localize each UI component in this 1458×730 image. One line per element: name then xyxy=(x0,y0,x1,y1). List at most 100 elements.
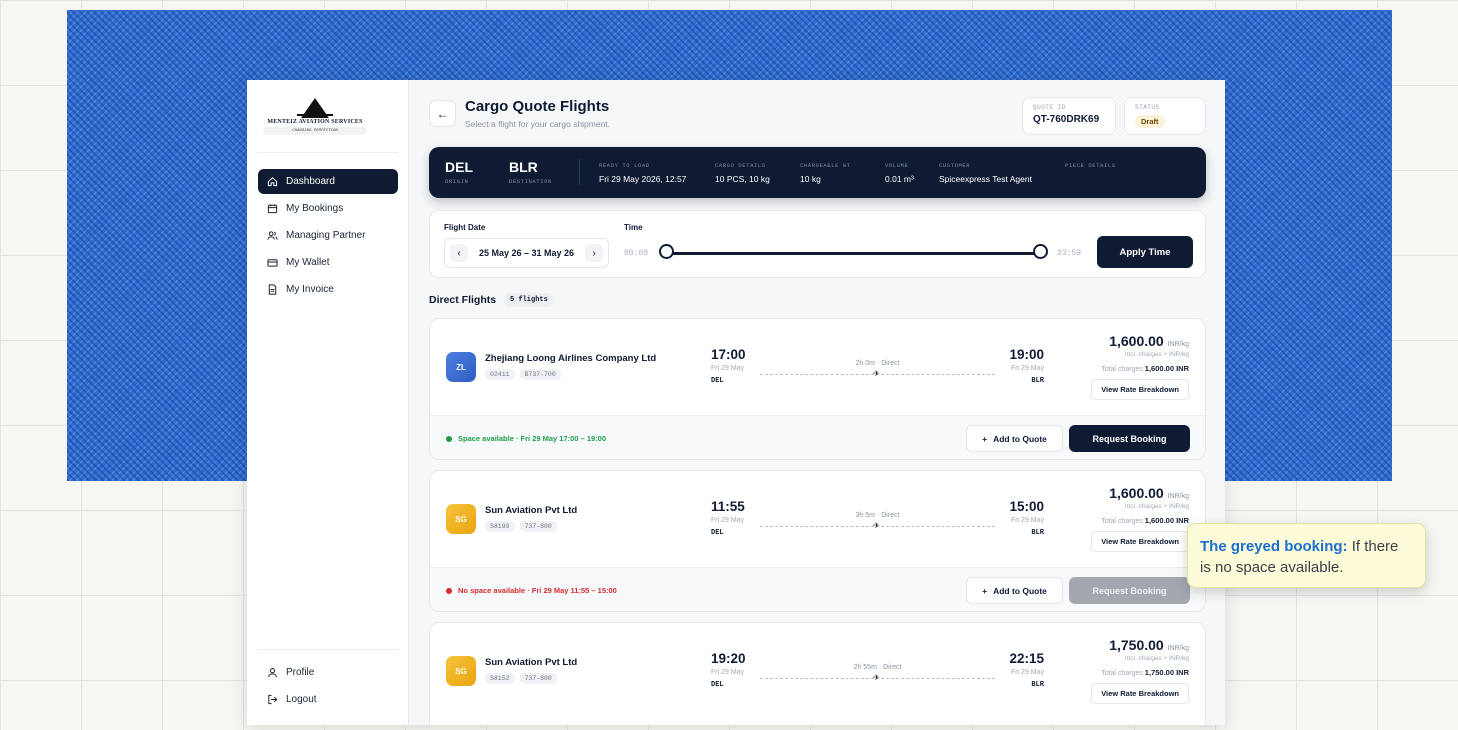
price-unit: INR/kg xyxy=(1167,493,1189,500)
wallet-icon xyxy=(266,257,278,269)
home-icon xyxy=(266,176,278,188)
total-charges: Total charges 1,600.00 INR xyxy=(1101,364,1189,373)
company-logo: MENTEIZ AVIATION SERVICES CHANGING PERFE… xyxy=(263,96,367,140)
aircraft-tag: 737-800 xyxy=(519,673,557,684)
flight-card: SG Sun Aviation Pvt Ltd S8199 737-800 11:… xyxy=(429,470,1206,612)
total-charges-label: Total charges xyxy=(1101,366,1143,373)
arrival-date: Fri 29 May xyxy=(1010,365,1044,372)
arrow-left-icon: ← xyxy=(436,106,449,121)
origin-label: ORIGIN xyxy=(445,178,469,185)
departure-time: 19:20 xyxy=(711,651,746,666)
arrival-code: BLR xyxy=(1031,681,1044,689)
departure-date: Fri 29 May xyxy=(711,365,745,372)
destination-label: DESTINATION xyxy=(509,178,552,185)
departure-time: 17:00 xyxy=(711,347,746,362)
slider-handle-end[interactable] xyxy=(1033,244,1048,259)
sidebar-item-logout[interactable]: Logout xyxy=(258,687,398,712)
airline-name: Sun Aviation Pvt Ltd xyxy=(485,505,578,516)
arrival-date: Fri 29 May xyxy=(1010,517,1044,524)
logout-icon xyxy=(266,694,278,706)
quote-id-value: QT-760DRK69 xyxy=(1033,114,1100,125)
plus-icon: + xyxy=(982,585,988,596)
price: 1,750.00 INR/kg xyxy=(1109,637,1189,653)
arrival-time: 19:00 xyxy=(1009,347,1044,362)
charges-note: Incl. charges + INR/kg xyxy=(1124,655,1189,662)
flight-number-tag: S8199 xyxy=(485,521,515,532)
time-label: Time xyxy=(624,223,643,232)
total-charges-value: 1,600.00 INR xyxy=(1144,516,1189,525)
add-to-quote-button[interactable]: + Add to Quote xyxy=(966,425,1063,452)
slider-handle-start[interactable] xyxy=(659,244,674,259)
app-window: MENTEIZ AVIATION SERVICES CHANGING PERFE… xyxy=(247,80,1225,725)
sidebar-item-my-wallet[interactable]: My Wallet xyxy=(258,250,398,275)
plane-icon: ✈ xyxy=(873,369,880,378)
apply-time-button[interactable]: Apply Time xyxy=(1097,236,1193,268)
arrival-time: 22:15 xyxy=(1009,651,1044,666)
ready-to-load-value: Fri 29 May 2026, 12:57 xyxy=(599,174,687,184)
tooltip-title: The greyed booking: xyxy=(1200,538,1348,555)
departure-date: Fri 29 May xyxy=(711,517,745,524)
arrival-code: BLR xyxy=(1031,377,1044,385)
airline-name: Zhejiang Loong Airlines Company Ltd xyxy=(485,353,657,364)
sidebar-item-my-bookings[interactable]: My Bookings xyxy=(258,196,398,221)
total-charges-value: 1,600.00 INR xyxy=(1144,364,1189,373)
main-content: ← Cargo Quote Flights Select a flight fo… xyxy=(429,80,1206,725)
departure-date: Fri 29 May xyxy=(711,669,745,676)
price-value: 1,600.00 xyxy=(1109,333,1164,349)
origin-code: DEL xyxy=(445,159,473,175)
sidebar-divider xyxy=(257,152,398,153)
sidebar-item-label: Managing Partner xyxy=(286,230,366,241)
destination-code: BLR xyxy=(509,159,538,175)
flight-duration: 2h 55m · Direct xyxy=(853,664,902,671)
price: 1,600.00 INR/kg xyxy=(1109,333,1189,349)
sidebar-item-managing-partner[interactable]: Managing Partner xyxy=(258,223,398,248)
sidebar-item-label: My Wallet xyxy=(286,257,330,268)
airline-avatar: SG xyxy=(446,656,476,686)
departure-time: 11:55 xyxy=(711,499,745,514)
flight-number-tag: 02411 xyxy=(485,369,515,380)
total-charges: Total charges 1,600.00 INR xyxy=(1101,516,1189,525)
add-to-quote-button[interactable]: + Add to Quote xyxy=(966,577,1063,604)
flight-duration: 3h 5m · Direct xyxy=(855,512,900,519)
back-button[interactable]: ← xyxy=(429,100,456,127)
sidebar-item-dashboard[interactable]: Dashboard xyxy=(258,169,398,194)
page-subtitle: Select a flight for your cargo shipment. xyxy=(465,119,611,129)
time-range-slider[interactable] xyxy=(666,252,1041,255)
status-dot-icon xyxy=(446,587,452,594)
request-booking-button[interactable]: Request Booking xyxy=(1069,425,1190,452)
status-chip: STATUS Draft xyxy=(1124,97,1206,135)
annotation-tooltip: The greyed booking: If there is no space… xyxy=(1187,523,1426,588)
charges-note: Incl. charges + INR/kg xyxy=(1124,351,1189,358)
flight-duration: 2h 0m · Direct xyxy=(855,360,900,367)
flight-date-label: Flight Date xyxy=(444,223,486,232)
view-rate-breakdown-button[interactable]: View Rate Breakdown xyxy=(1091,379,1189,400)
departure-code: DEL xyxy=(711,529,724,537)
sidebar: MENTEIZ AVIATION SERVICES CHANGING PERFE… xyxy=(247,80,409,725)
plane-icon: ✈ xyxy=(873,521,880,530)
availability-status: Space available · Fri 29 May 17:00 – 19:… xyxy=(446,434,606,443)
request-booking-button-disabled: Request Booking xyxy=(1069,577,1190,604)
chargeable-weight-label: CHARGEABLE WT xyxy=(800,162,851,169)
customer-value: Spiceexpress Test Agent xyxy=(939,174,1032,184)
sidebar-item-label: Profile xyxy=(286,667,315,678)
date-range-picker[interactable]: ‹ 25 May 26 – 31 May 26 › xyxy=(444,238,609,268)
time-start-value: 00:00 xyxy=(624,249,649,258)
arrival-time: 15:00 xyxy=(1009,499,1044,514)
sidebar-item-my-invoice[interactable]: My Invoice xyxy=(258,277,398,302)
section-title: Direct Flights xyxy=(429,294,497,306)
customer-label: CUSTOMER xyxy=(939,162,971,169)
total-charges-label: Total charges xyxy=(1101,518,1143,525)
route-summary-bar: DEL ORIGIN BLR DESTINATION READY TO LOAD… xyxy=(429,147,1206,198)
route-divider xyxy=(579,159,580,185)
view-rate-breakdown-button[interactable]: View Rate Breakdown xyxy=(1091,531,1189,552)
page-title: Cargo Quote Flights xyxy=(465,98,610,115)
sidebar-item-profile[interactable]: Profile xyxy=(258,660,398,685)
chevron-left-icon[interactable]: ‹ xyxy=(450,244,468,262)
arrival-code: BLR xyxy=(1031,529,1044,537)
view-rate-breakdown-button[interactable]: View Rate Breakdown xyxy=(1091,683,1189,704)
chevron-right-icon[interactable]: › xyxy=(584,244,603,262)
availability-text: No space available · Fri 29 May 11:55 – … xyxy=(458,586,617,595)
flight-filter-panel: Flight Date ‹ 25 May 26 – 31 May 26 › Ti… xyxy=(429,210,1206,278)
charges-note: Incl. charges + INR/kg xyxy=(1124,503,1189,510)
total-charges: Total charges 1,750.00 INR xyxy=(1101,668,1189,677)
